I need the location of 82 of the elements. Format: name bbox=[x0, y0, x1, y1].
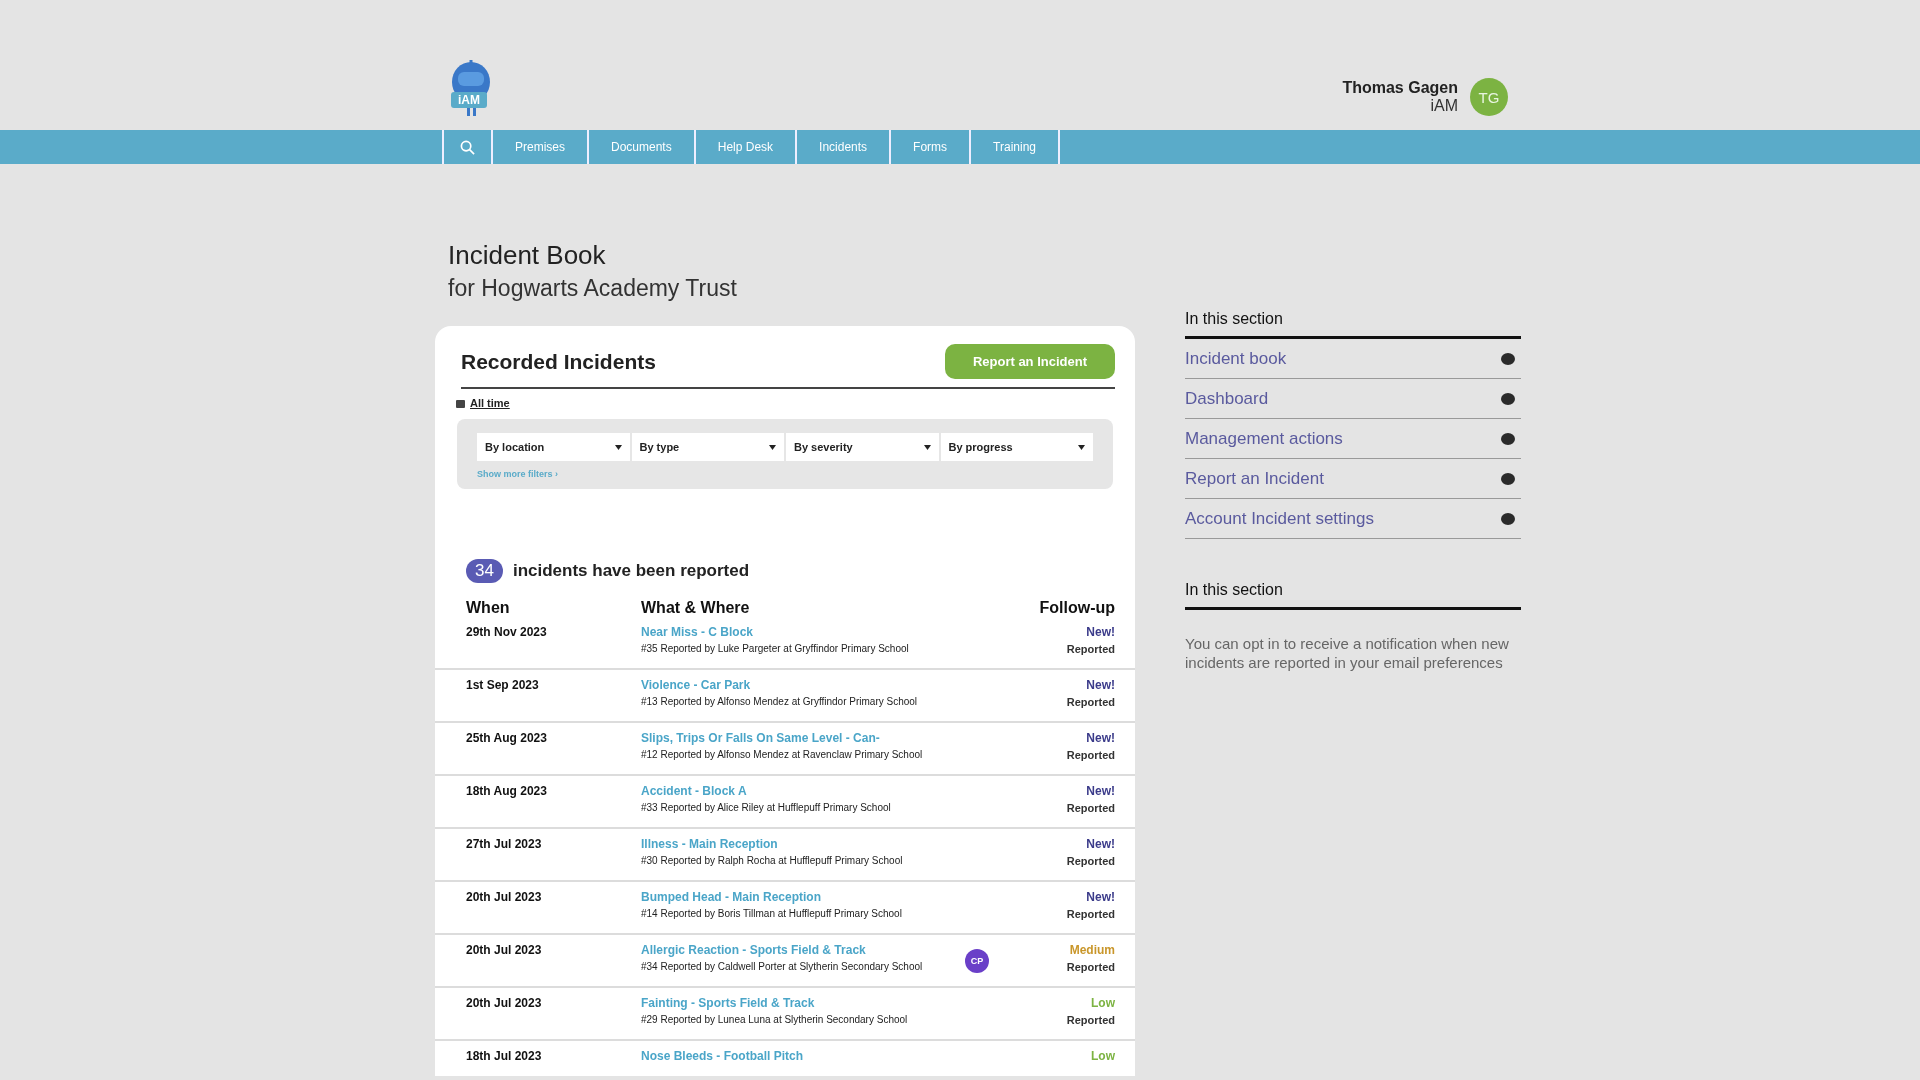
incident-link[interactable]: Illness - Main Reception bbox=[641, 837, 965, 851]
section-link[interactable]: Report an Incident bbox=[1185, 459, 1521, 499]
count-text: incidents have been reported bbox=[512, 561, 750, 581]
severity-label: Low bbox=[1091, 1049, 1115, 1063]
column-header: Follow-up bbox=[1038, 599, 1115, 617]
status-label: Reported bbox=[1066, 643, 1115, 655]
incident-date: 25th Aug 2023 bbox=[466, 731, 548, 747]
incident-link[interactable]: Violence - Car Park bbox=[641, 678, 965, 692]
incident-date: 27th Jul 2023 bbox=[466, 837, 543, 853]
incident-link[interactable]: Bumped Head - Main Reception bbox=[641, 890, 965, 904]
incident-detail: #12 Reported by Alfonso Mendez at Ravenclaw Primary School bbox=[641, 749, 924, 760]
incident-link[interactable]: Accident - Block A bbox=[641, 784, 965, 798]
severity-label: New! bbox=[1086, 837, 1115, 851]
incident-link[interactable]: Nose Bleeds - Football Pitch bbox=[641, 1049, 965, 1063]
incident-date: 18th Jul 2023 bbox=[466, 1049, 543, 1065]
user-avatar[interactable]: TG bbox=[1470, 78, 1508, 116]
incident-detail: #34 Reported by Caldwell Porter at Slytherin Secondary School bbox=[641, 961, 924, 972]
filter-dropdown[interactable]: By severity bbox=[786, 433, 939, 461]
incident-detail: #29 Reported by Lunea Luna at Slytherin Secondary School bbox=[641, 1014, 909, 1025]
severity-label: New! bbox=[1086, 784, 1115, 798]
incident-date: 20th Jul 2023 bbox=[466, 996, 543, 1012]
status-label: Reported bbox=[1066, 802, 1115, 814]
more-filters-link[interactable]: Show more filters › bbox=[477, 469, 558, 479]
calendar-icon bbox=[456, 398, 465, 408]
severity-label: Low bbox=[1091, 996, 1115, 1010]
status-label: Reported bbox=[1066, 696, 1115, 708]
section-heading: In this section bbox=[1185, 581, 1521, 610]
dot-icon bbox=[1501, 432, 1515, 445]
notification-note: You can opt in to receive a notification when new incidents are reported in your email preferences bbox=[1185, 634, 1510, 672]
filter-dropdown[interactable]: By location bbox=[477, 433, 630, 461]
column-header: What & Where bbox=[641, 599, 751, 617]
period-link[interactable]: All time bbox=[470, 397, 510, 409]
report-incident-button[interactable]: Report an Incident bbox=[944, 344, 1115, 379]
section-link[interactable]: Account Incident settings bbox=[1185, 499, 1521, 539]
dot-icon bbox=[1501, 352, 1515, 365]
severity-label: Medium bbox=[1069, 943, 1115, 957]
incident-date: 29th Nov 2023 bbox=[466, 625, 548, 641]
caret-icon bbox=[1078, 444, 1085, 450]
search-button[interactable] bbox=[442, 130, 493, 164]
incident-detail: #30 Reported by Ralph Rocha at Hufflepuff Primary School bbox=[641, 855, 904, 866]
initials-badge: CP bbox=[965, 949, 989, 973]
status-label: Reported bbox=[1066, 855, 1115, 867]
section-link[interactable]: Incident book bbox=[1185, 339, 1521, 379]
user-organisation: iAM bbox=[1430, 97, 1458, 115]
status-label: Reported bbox=[1066, 908, 1115, 920]
incident-link[interactable]: Slips, Trips Or Falls On Same Level - Can- bbox=[641, 731, 965, 745]
card-title: Recorded Incidents bbox=[461, 349, 656, 374]
incident-link[interactable]: Allergic Reaction - Sports Field & Track bbox=[641, 943, 965, 957]
section-link[interactable]: Management actions bbox=[1185, 419, 1521, 459]
section-heading: In this section bbox=[1185, 310, 1521, 339]
search-icon bbox=[460, 139, 475, 155]
incident-link[interactable]: Near Miss - C Block bbox=[641, 625, 965, 639]
page-subtitle: for Hogwarts Academy Trust bbox=[448, 275, 738, 302]
severity-label: New! bbox=[1086, 890, 1115, 904]
incident-date: 20th Jul 2023 bbox=[466, 890, 543, 906]
filter-dropdown[interactable]: By progress bbox=[940, 433, 1093, 461]
status-label: Reported bbox=[1066, 1014, 1115, 1026]
severity-label: New! bbox=[1086, 625, 1115, 639]
status-label: Reported bbox=[1066, 961, 1115, 973]
severity-label: New! bbox=[1086, 731, 1115, 745]
user-name: Thomas Gagen bbox=[1342, 79, 1458, 97]
page-title: Incident Book bbox=[448, 240, 607, 271]
section-link[interactable]: Dashboard bbox=[1185, 379, 1521, 419]
incident-link[interactable]: Fainting - Sports Field & Track bbox=[641, 996, 965, 1010]
dot-icon bbox=[1501, 472, 1515, 485]
caret-icon bbox=[923, 444, 931, 450]
incident-detail: #14 Reported by Boris Tillman at Hufflepuff Primary School bbox=[641, 908, 903, 919]
dot-icon bbox=[1501, 512, 1515, 525]
dot-icon bbox=[1501, 392, 1515, 405]
incident-date: 20th Jul 2023 bbox=[466, 943, 543, 959]
caret-icon bbox=[769, 444, 776, 450]
caret-icon bbox=[614, 444, 622, 450]
incident-date: 1st Sep 2023 bbox=[466, 678, 540, 694]
status-label: Reported bbox=[1066, 749, 1115, 761]
column-header: When bbox=[466, 599, 511, 617]
incident-detail: #33 Reported by Alice Riley at Hufflepuff Primary School bbox=[641, 802, 892, 813]
filter-dropdown[interactable]: By type bbox=[631, 433, 784, 461]
severity-label: New! bbox=[1086, 678, 1115, 692]
count-badge: 34 bbox=[466, 559, 503, 583]
incident-date: 18th Aug 2023 bbox=[466, 784, 548, 800]
incident-detail: #35 Reported by Luke Pargeter at Gryffindor Primary School bbox=[641, 643, 910, 654]
incident-detail: #13 Reported by Alfonso Mendez at Gryffindor Primary School bbox=[641, 696, 919, 707]
